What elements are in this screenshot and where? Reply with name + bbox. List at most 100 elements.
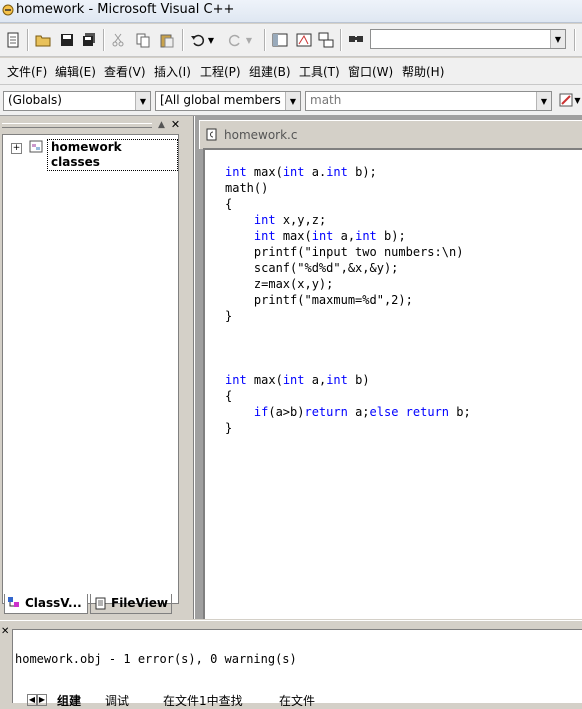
code-line[interactable]: } xyxy=(225,420,471,436)
menu-window[interactable]: 窗口(W) xyxy=(348,63,393,80)
output-tab-find1[interactable]: 在文件1中查找 xyxy=(163,694,243,706)
undo-dropdown-icon[interactable]: ▼ xyxy=(205,30,217,50)
workspace-pane: ▲ ✕ + homework classes ClassV... FileVie… xyxy=(0,116,193,619)
code-line[interactable]: int max(int a,int b); xyxy=(225,228,471,244)
code-token: z=max(x,y); xyxy=(225,277,334,291)
code-line[interactable]: { xyxy=(225,388,471,404)
maximize-icon[interactable]: ▲ xyxy=(156,120,167,131)
chevron-down-icon[interactable]: ▼ xyxy=(285,92,300,110)
save-icon[interactable] xyxy=(57,30,77,50)
code-line[interactable] xyxy=(225,324,471,340)
code-token: a, xyxy=(333,229,356,243)
menu-project[interactable]: 工程(P) xyxy=(200,63,241,80)
output-tab-find2[interactable]: 在文件 xyxy=(279,694,315,706)
output-icon[interactable] xyxy=(294,30,314,50)
tree-expand-icon[interactable]: + xyxy=(11,143,22,154)
code-line[interactable]: printf("maxmum=%d",2); xyxy=(225,292,471,308)
code-token: a, xyxy=(304,373,327,387)
chevron-down-icon[interactable]: ▼ xyxy=(135,92,150,110)
code-keyword: int xyxy=(355,229,377,243)
workspace-icon[interactable] xyxy=(270,30,290,50)
code-token: (a>b) xyxy=(268,405,305,419)
document-tab-title[interactable]: homework.c xyxy=(224,128,297,142)
code-keyword: if xyxy=(253,405,269,419)
code-keyword: int xyxy=(253,229,276,243)
code-token: x,y,z; xyxy=(275,213,327,227)
code-line[interactable]: scanf("%d%d",&x,&y); xyxy=(225,260,471,276)
output-tab-debug[interactable]: 调试 xyxy=(105,694,129,706)
tree-root-label[interactable]: homework classes xyxy=(47,139,178,171)
code-token: max( xyxy=(246,165,283,179)
tab-fileview-label: FileView xyxy=(111,596,168,610)
code-keyword: int xyxy=(253,213,276,227)
menu-insert[interactable]: 插入(I) xyxy=(154,63,191,80)
code-token: b); xyxy=(376,229,406,243)
code-line[interactable]: } xyxy=(225,308,471,324)
code-editor[interactable]: int max(int a.int b); math(){ int x,y,z; … xyxy=(203,148,582,619)
document-titlebar: homework.c xyxy=(199,120,582,149)
code-token: { xyxy=(225,197,233,211)
open-icon[interactable] xyxy=(33,30,53,50)
menu-edit[interactable]: 编辑(E) xyxy=(55,63,96,80)
code-line[interactable]: z=max(x,y); xyxy=(225,276,471,292)
code-line[interactable]: if(a>b)return a;else return b; xyxy=(225,404,471,420)
code-line[interactable]: math() xyxy=(225,180,471,196)
filter-combo[interactable]: [All global members ▼ xyxy=(155,91,301,111)
code-keyword: return xyxy=(405,405,450,419)
tab-fileview[interactable]: FileView xyxy=(90,594,172,614)
save-all-icon[interactable] xyxy=(79,30,99,50)
code-line[interactable]: printf("input two numbers:\n) xyxy=(225,244,471,260)
code-token: } xyxy=(225,421,233,435)
close-icon[interactable]: ✕ xyxy=(1,627,10,637)
code-text[interactable]: int max(int a.int b); math(){ int x,y,z; … xyxy=(225,164,471,436)
members-combo[interactable]: math ▼ xyxy=(305,91,552,111)
classes-folder-icon xyxy=(29,140,43,153)
code-token: max( xyxy=(246,373,283,387)
code-line[interactable]: int max(int a,int b) xyxy=(225,372,471,388)
window-list-icon[interactable] xyxy=(316,30,336,50)
code-line[interactable] xyxy=(225,340,471,356)
menu-bar: 文件(F) 编辑(E) 查看(V) 插入(I) 工程(P) 组建(B) 工具(T… xyxy=(0,58,582,85)
code-token: { xyxy=(225,389,233,403)
copy-icon[interactable] xyxy=(133,30,153,50)
new-text-file-icon[interactable] xyxy=(3,30,23,50)
cut-icon[interactable] xyxy=(108,30,128,50)
code-line[interactable]: int max(int a.int b); xyxy=(225,164,471,180)
standard-toolbar: ▼ ▼ ▼ xyxy=(0,24,582,57)
redo-icon[interactable] xyxy=(225,30,245,50)
chevron-down-icon[interactable]: ▼ xyxy=(536,92,551,110)
code-keyword: int xyxy=(326,373,348,387)
class-combo-value: (Globals) xyxy=(8,93,62,107)
code-keyword: int xyxy=(225,165,247,179)
paste-icon[interactable] xyxy=(157,30,177,50)
output-tab-build[interactable]: 组建 xyxy=(57,694,81,706)
code-keyword: int xyxy=(282,165,305,179)
code-token: b; xyxy=(449,405,471,419)
wizard-bar: (Globals) ▼ [All global members ▼ math ▼… xyxy=(0,85,582,116)
menu-file[interactable]: 文件(F) xyxy=(7,63,47,80)
redo-dropdown-icon[interactable]: ▼ xyxy=(243,30,255,50)
pane-gripper[interactable] xyxy=(2,123,152,128)
scroll-left-icon[interactable]: ◀ xyxy=(27,694,37,706)
find-combo[interactable]: ▼ xyxy=(370,29,566,49)
class-combo[interactable]: (Globals) ▼ xyxy=(3,91,151,111)
menu-build[interactable]: 组建(B) xyxy=(249,63,291,80)
code-keyword: return xyxy=(304,405,348,419)
wizard-action-dropdown-icon[interactable]: ▼ xyxy=(573,90,582,110)
code-line[interactable] xyxy=(225,356,471,372)
code-line[interactable]: int x,y,z; xyxy=(225,212,471,228)
chevron-down-icon[interactable]: ▼ xyxy=(550,30,565,48)
code-line[interactable]: { xyxy=(225,196,471,212)
find-in-files-icon[interactable] xyxy=(346,30,366,50)
scroll-right-icon[interactable]: ▶ xyxy=(37,694,47,706)
menu-view[interactable]: 查看(V) xyxy=(104,63,146,80)
menu-help[interactable]: 帮助(H) xyxy=(402,63,444,80)
code-token: a. xyxy=(304,165,327,179)
tab-classview-label: ClassV... xyxy=(25,596,82,610)
close-icon[interactable]: ✕ xyxy=(170,119,181,130)
menu-tools[interactable]: 工具(T) xyxy=(299,63,340,80)
output-window[interactable]: homework.obj - 1 error(s), 0 warning(s) … xyxy=(12,629,582,706)
tab-classview[interactable]: ClassV... xyxy=(4,594,88,614)
